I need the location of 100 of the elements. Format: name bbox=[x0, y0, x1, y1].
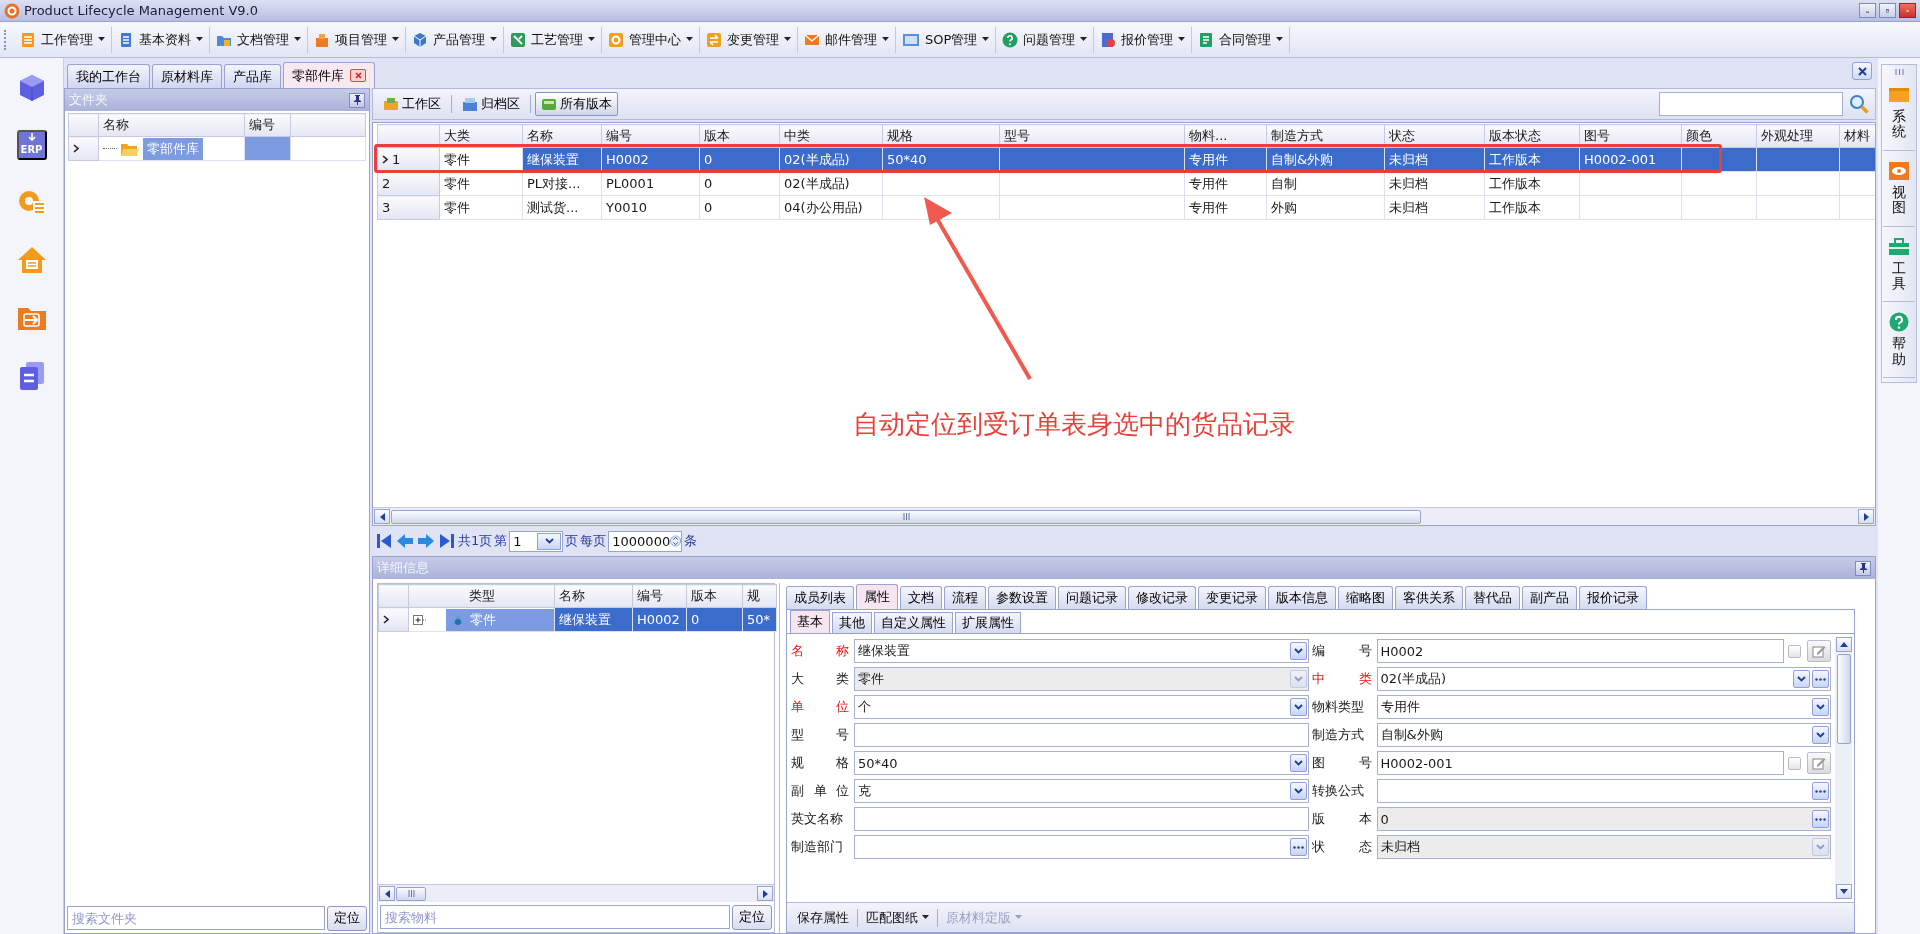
toolbar-button[interactable]: 工作区 bbox=[377, 92, 447, 116]
dropdown-button[interactable] bbox=[1289, 698, 1307, 716]
menu-item[interactable]: 合同管理 bbox=[1192, 26, 1291, 53]
pin-button[interactable] bbox=[1855, 560, 1871, 576]
menu-item[interactable]: SOP管理 bbox=[896, 26, 997, 53]
text-field[interactable]: H0002-001 bbox=[1376, 751, 1784, 775]
dropdown-button[interactable] bbox=[1289, 642, 1307, 660]
text-field[interactable] bbox=[1376, 779, 1831, 803]
vertical-scrollbar[interactable] bbox=[1835, 637, 1852, 899]
column-header[interactable]: 版本 bbox=[686, 584, 743, 608]
tab[interactable]: 客供关系 bbox=[1395, 586, 1463, 609]
browse-button[interactable] bbox=[1289, 838, 1307, 856]
document-tab[interactable]: 我的工作台 bbox=[67, 64, 150, 88]
maximize-button[interactable] bbox=[1879, 3, 1896, 18]
tab[interactable]: 副产品 bbox=[1522, 586, 1577, 609]
tab[interactable]: 参数设置 bbox=[988, 586, 1056, 609]
dropdown-button[interactable] bbox=[1289, 754, 1307, 772]
sidebar-button[interactable]: 系统 bbox=[1883, 75, 1915, 151]
toolbar-button[interactable]: 所有版本 bbox=[535, 92, 618, 116]
tab[interactable]: 变更记录 bbox=[1198, 586, 1266, 609]
tab[interactable]: 流程 bbox=[944, 586, 986, 609]
dropdown-field[interactable]: 专用件 bbox=[1376, 695, 1831, 719]
tab[interactable]: 自定义属性 bbox=[874, 612, 953, 633]
search-field[interactable] bbox=[1659, 92, 1843, 116]
horizontal-scrollbar[interactable] bbox=[378, 884, 774, 902]
table-row[interactable]: 1 零件 继保装置 H0002 0 02(半成品) 50*40 专用件 自制&外购 未归档 工作版本 H0002-001 bbox=[377, 147, 1875, 172]
tab[interactable]: 基本 bbox=[790, 610, 830, 633]
tab[interactable]: 文档 bbox=[900, 586, 942, 609]
menu-item[interactable]: 工艺管理 bbox=[504, 26, 602, 53]
dropdown-button[interactable] bbox=[1812, 726, 1829, 744]
tab[interactable]: 其他 bbox=[832, 612, 872, 633]
browse-button[interactable] bbox=[1812, 670, 1829, 688]
search-field[interactable]: 搜索物料 bbox=[380, 905, 730, 929]
menu-item[interactable]: 基本资料 bbox=[112, 26, 210, 53]
column-header[interactable]: 材料 bbox=[1839, 124, 1875, 148]
menu-item[interactable]: 工作管理 bbox=[14, 26, 112, 53]
dropdown-button[interactable] bbox=[1812, 698, 1829, 716]
text-field[interactable]: H0002 bbox=[1376, 639, 1784, 663]
document-tab[interactable]: 产品库 bbox=[224, 64, 281, 88]
toolbar-button[interactable]: 归档区 bbox=[456, 92, 526, 116]
column-header[interactable]: 外观处理 bbox=[1756, 124, 1840, 148]
first-page-icon[interactable] bbox=[374, 532, 393, 550]
tab[interactable]: 属性 bbox=[856, 584, 898, 609]
dropdown-field[interactable]: 02(半成品) bbox=[1376, 667, 1831, 691]
tab[interactable]: 缩略图 bbox=[1338, 586, 1393, 609]
text-field[interactable] bbox=[854, 807, 1309, 831]
pin-button[interactable] bbox=[349, 92, 365, 108]
page-field[interactable]: 1 bbox=[509, 530, 564, 552]
last-page-icon[interactable] bbox=[437, 532, 456, 550]
dropdown-field[interactable]: 50*40 bbox=[854, 751, 1309, 775]
tab[interactable]: 成员列表 bbox=[786, 586, 854, 609]
page-size-field[interactable]: 1000000 bbox=[608, 530, 683, 552]
dropdown-button[interactable] bbox=[1793, 670, 1810, 688]
action-button[interactable]: 匹配图纸 bbox=[862, 906, 933, 929]
edit-button[interactable] bbox=[1807, 752, 1831, 774]
menu-item[interactable]: 管理中心 bbox=[602, 26, 700, 53]
column-header[interactable]: 类型 bbox=[408, 584, 555, 608]
tab[interactable]: 扩展属性 bbox=[955, 612, 1021, 633]
menu-item[interactable]: 产品管理 bbox=[406, 26, 504, 53]
checkbox[interactable] bbox=[1788, 644, 1801, 658]
text-field[interactable] bbox=[854, 835, 1309, 859]
tab[interactable]: 替代品 bbox=[1465, 586, 1520, 609]
document-tab[interactable]: 原材料库 bbox=[152, 64, 222, 88]
dropdown-field[interactable]: 克 bbox=[854, 779, 1309, 803]
dropdown-field[interactable]: 继保装置 bbox=[854, 639, 1309, 663]
close-button[interactable] bbox=[1899, 3, 1916, 18]
locate-button[interactable]: 定位 bbox=[327, 905, 367, 931]
tab[interactable]: 报价记录 bbox=[1579, 586, 1647, 609]
menu-item[interactable]: 问题管理 bbox=[996, 26, 1095, 53]
erp-button[interactable]: ERP bbox=[16, 130, 47, 160]
menu-item[interactable]: 项目管理 bbox=[308, 26, 406, 53]
search-button[interactable] bbox=[1847, 92, 1871, 116]
document-tab[interactable]: 零部件库 bbox=[283, 62, 375, 88]
locate-button[interactable]: 定位 bbox=[732, 904, 772, 930]
menu-item[interactable]: 文档管理 bbox=[210, 26, 308, 53]
previous-page-icon[interactable] bbox=[395, 532, 414, 550]
browse-button[interactable] bbox=[1812, 782, 1829, 800]
tab-close-button[interactable] bbox=[350, 69, 366, 82]
next-page-icon[interactable] bbox=[416, 532, 435, 550]
menu-item[interactable]: 报价管理 bbox=[1094, 26, 1193, 53]
column-header[interactable]: 编号 bbox=[632, 584, 687, 608]
menu-item[interactable]: 变更管理 bbox=[700, 26, 798, 53]
column-header[interactable]: 名称 bbox=[554, 584, 633, 608]
sidebar-button[interactable]: 视图 bbox=[1883, 150, 1915, 227]
dropdown-button[interactable] bbox=[1289, 782, 1307, 800]
menu-item[interactable]: 邮件管理 bbox=[798, 26, 896, 53]
tab[interactable]: 问题记录 bbox=[1058, 586, 1126, 609]
text-field[interactable] bbox=[854, 723, 1309, 747]
dropdown-field[interactable]: 自制&外购 bbox=[1376, 723, 1831, 747]
tab[interactable]: 修改记录 bbox=[1128, 586, 1196, 609]
close-all-button[interactable] bbox=[1852, 62, 1872, 80]
edit-button[interactable] bbox=[1807, 640, 1831, 662]
sidebar-button[interactable]: 帮助 bbox=[1883, 302, 1915, 379]
minimize-button[interactable] bbox=[1859, 3, 1876, 18]
search-field[interactable]: 搜索文件夹 bbox=[67, 906, 325, 930]
sidebar-button[interactable]: 工具 bbox=[1883, 226, 1915, 303]
dropdown-field[interactable]: 个 bbox=[854, 695, 1309, 719]
horizontal-scrollbar[interactable] bbox=[373, 507, 1875, 525]
checkbox[interactable] bbox=[1788, 756, 1801, 770]
column-header[interactable]: 规 bbox=[742, 584, 777, 608]
